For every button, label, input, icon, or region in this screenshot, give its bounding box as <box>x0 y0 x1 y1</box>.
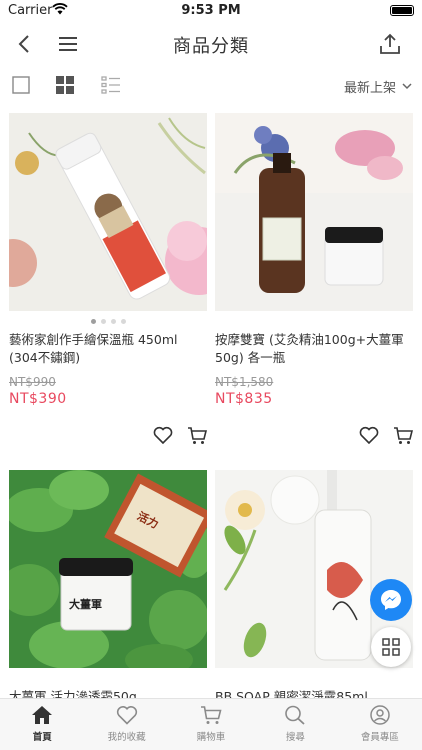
user-icon <box>370 705 390 725</box>
product-name[interactable]: 按摩雙寶 (艾灸精油100g+大薑軍50g) 各一瓶 <box>215 331 413 367</box>
cart-icon[interactable] <box>187 426 207 445</box>
page-title: 商品分類 <box>173 36 249 57</box>
cart-icon <box>201 706 222 724</box>
tab-label: 購物車 <box>196 732 226 743</box>
share-button[interactable] <box>374 28 406 60</box>
heart-icon <box>116 706 137 725</box>
original-price: NT$990 <box>9 375 56 389</box>
messenger-icon <box>381 590 401 610</box>
original-price: NT$1,580 <box>215 375 274 389</box>
share-icon <box>380 33 400 54</box>
tab-label: 我的收藏 <box>107 732 146 743</box>
product-card[interactable]: 大薑軍 活力 大薑軍 活力滲透霜50g <box>9 470 207 724</box>
tab-label: 會員專區 <box>360 732 399 743</box>
heart-icon[interactable] <box>359 426 379 444</box>
product-card[interactable]: 按摩雙寶 (艾灸精油100g+大薑軍50g) 各一瓶 NT$1,580 NT$8… <box>215 113 413 444</box>
product-image-cream[interactable]: 大薑軍 活力 <box>9 470 207 668</box>
product-image-massage-set[interactable] <box>215 113 413 311</box>
tab-home[interactable]: 首頁 <box>0 699 84 750</box>
bottom-tab-bar: 首頁 我的收藏 購物車 搜尋 會員專區 <box>0 698 422 750</box>
sort-label: 最新上架 <box>343 81 396 96</box>
heart-icon[interactable] <box>153 426 173 444</box>
list-view-button[interactable] <box>101 76 121 96</box>
grid-icon <box>56 76 74 94</box>
sort-dropdown[interactable]: 最新上架 <box>344 77 412 96</box>
card-actions <box>359 426 413 445</box>
single-column-view-button[interactable] <box>12 76 32 96</box>
product-image-thermos[interactable] <box>9 113 207 311</box>
battery-icon <box>390 5 414 16</box>
tab-label: 搜尋 <box>285 732 305 743</box>
search-icon <box>285 705 306 725</box>
card-actions <box>153 426 207 445</box>
grid-outline-icon <box>382 638 400 656</box>
clock: 9:53 PM <box>181 3 241 18</box>
product-card[interactable]: 藝術家創作手繪保溫瓶 450ml (304不鏽鋼) NT$990 NT$390 <box>9 113 207 444</box>
status-bar: Carrier 9:53 PM <box>0 0 422 22</box>
cart-icon[interactable] <box>393 426 413 445</box>
tab-search[interactable]: 搜尋 <box>253 699 337 750</box>
square-icon <box>12 76 30 94</box>
jar-brand-label: 大薑軍 <box>69 598 102 611</box>
chevron-down-icon <box>402 83 412 90</box>
messenger-chat-button[interactable] <box>370 579 412 621</box>
view-toolbar: 最新上架 <box>0 66 422 106</box>
list-icon <box>101 76 120 94</box>
tab-cart[interactable]: 購物車 <box>169 699 253 750</box>
image-carousel-dots <box>9 319 207 324</box>
sale-price: NT$390 <box>9 391 67 407</box>
product-name[interactable]: 藝術家創作手繪保溫瓶 450ml (304不鏽鋼) <box>9 331 207 367</box>
category-menu-button[interactable] <box>371 627 411 667</box>
grid-view-button[interactable] <box>56 76 76 96</box>
tab-label: 首頁 <box>32 732 52 743</box>
tab-member[interactable]: 會員專區 <box>338 699 422 750</box>
nav-bar: 商品分類 <box>0 22 422 66</box>
home-icon <box>32 706 53 724</box>
tab-favorites[interactable]: 我的收藏 <box>84 699 168 750</box>
sale-price: NT$835 <box>215 391 273 407</box>
